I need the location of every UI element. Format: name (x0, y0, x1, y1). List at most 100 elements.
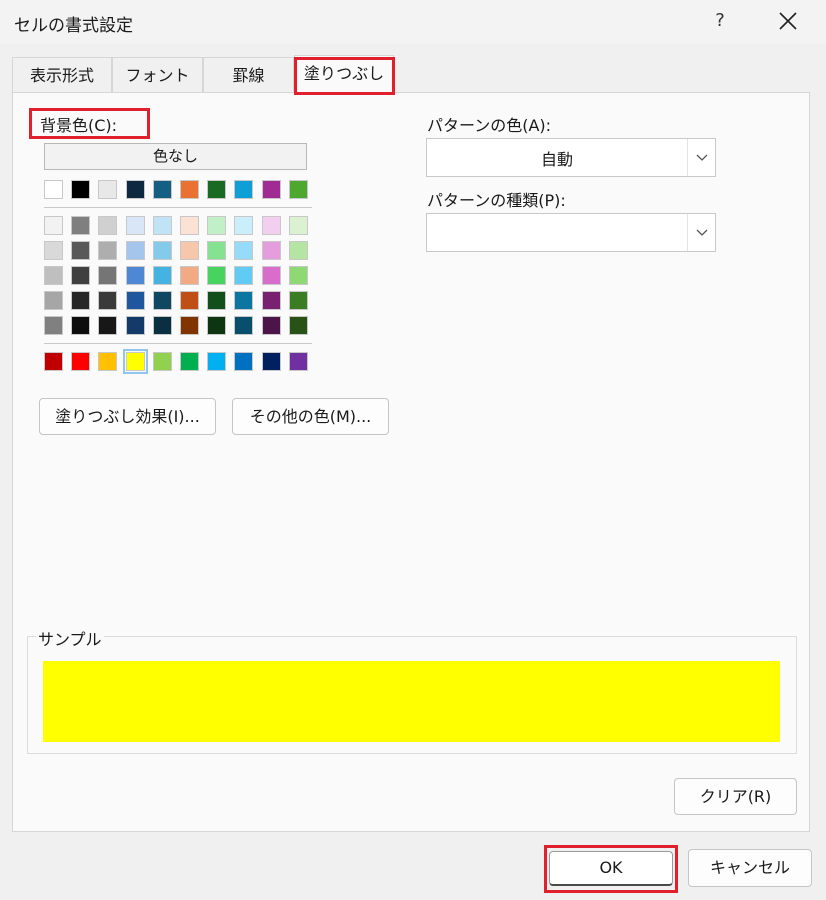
no-color-button[interactable]: 色なし (44, 143, 307, 170)
sample-label: サンプル (36, 626, 104, 650)
color-swatch[interactable] (261, 216, 281, 235)
tab-font[interactable]: フォント (112, 57, 203, 93)
color-swatch[interactable] (180, 266, 199, 285)
color-swatch[interactable] (234, 352, 254, 371)
color-swatch[interactable] (288, 352, 308, 371)
color-swatch[interactable] (98, 266, 118, 285)
pattern-color-select[interactable]: 自動 (426, 138, 716, 177)
color-swatch[interactable] (44, 352, 63, 371)
color-swatch[interactable] (98, 216, 118, 235)
color-swatch[interactable] (152, 266, 172, 285)
color-swatch[interactable] (71, 266, 91, 285)
color-swatch[interactable] (44, 291, 63, 310)
color-swatch[interactable] (261, 241, 281, 260)
more-colors-button[interactable]: その他の色(M)... (232, 398, 389, 435)
color-swatch[interactable] (288, 216, 308, 235)
close-button[interactable] (765, 4, 811, 38)
color-swatch[interactable] (44, 241, 63, 260)
pattern-color-label: パターンの色(A): (427, 116, 552, 135)
color-swatch[interactable] (207, 180, 227, 199)
fill-effects-button[interactable]: 塗りつぶし効果(I)... (39, 398, 216, 435)
color-swatch[interactable] (125, 291, 145, 310)
color-swatch[interactable] (152, 291, 172, 310)
sample-preview (43, 661, 780, 742)
color-swatch[interactable] (44, 216, 63, 235)
color-swatch[interactable] (71, 241, 91, 260)
color-swatch[interactable] (122, 349, 148, 374)
color-swatch[interactable] (125, 216, 145, 235)
tab-border[interactable]: 罫線 (203, 57, 294, 93)
color-swatch[interactable] (98, 241, 118, 260)
palette-divider (44, 207, 312, 208)
color-swatch[interactable] (234, 316, 254, 335)
tab-number-format[interactable]: 表示形式 (12, 57, 112, 93)
chevron-down-icon (696, 229, 708, 236)
color-swatch[interactable] (207, 241, 227, 260)
color-swatch[interactable] (71, 352, 91, 371)
tab-fill[interactable]: 塗りつぶし (294, 55, 394, 93)
color-swatch[interactable] (234, 180, 254, 199)
color-swatch[interactable] (261, 291, 281, 310)
pattern-style-label: パターンの種類(P): (427, 191, 566, 210)
palette-divider (44, 343, 312, 344)
color-swatch[interactable] (125, 241, 145, 260)
color-swatch[interactable] (288, 180, 308, 199)
color-swatch[interactable] (152, 216, 172, 235)
color-swatch[interactable] (44, 316, 63, 335)
color-swatch[interactable] (125, 316, 145, 335)
color-swatch[interactable] (207, 352, 227, 371)
color-swatch[interactable] (207, 316, 227, 335)
color-swatch[interactable] (180, 352, 199, 371)
background-color-label: 背景色(C): (40, 116, 118, 135)
help-button[interactable]: ? (700, 4, 740, 38)
color-swatch[interactable] (261, 316, 281, 335)
chevron-down-icon (696, 154, 708, 161)
color-swatch[interactable] (44, 180, 63, 199)
color-swatch[interactable] (98, 291, 118, 310)
color-swatch[interactable] (152, 316, 172, 335)
color-swatch[interactable] (180, 291, 199, 310)
color-swatch[interactable] (152, 180, 172, 199)
color-swatch[interactable] (288, 241, 308, 260)
color-swatch[interactable] (288, 266, 308, 285)
color-swatch[interactable] (207, 216, 227, 235)
color-swatch[interactable] (207, 266, 227, 285)
color-swatch[interactable] (180, 241, 199, 260)
dialog-title: セルの書式設定 (14, 16, 133, 36)
color-swatch[interactable] (180, 316, 199, 335)
color-swatch[interactable] (152, 241, 172, 260)
color-swatch[interactable] (71, 291, 91, 310)
color-swatch[interactable] (98, 180, 118, 199)
clear-button[interactable]: クリア(R) (674, 778, 797, 815)
color-swatch[interactable] (234, 266, 254, 285)
color-swatch[interactable] (98, 352, 118, 371)
pattern-style-select[interactable] (426, 213, 716, 252)
color-swatch[interactable] (180, 216, 199, 235)
color-swatch[interactable] (261, 266, 281, 285)
pattern-style-dropdown[interactable] (687, 214, 715, 251)
color-swatch[interactable] (234, 241, 254, 260)
color-swatch[interactable] (288, 291, 308, 310)
pattern-color-dropdown[interactable] (687, 139, 715, 176)
cancel-button[interactable]: キャンセル (688, 849, 812, 887)
ok-button[interactable]: OK (549, 851, 673, 886)
color-swatch[interactable] (261, 352, 281, 371)
color-swatch[interactable] (261, 180, 281, 199)
color-swatch[interactable] (71, 216, 91, 235)
color-swatch[interactable] (125, 266, 145, 285)
color-swatch[interactable] (71, 316, 91, 335)
title-bar: セルの書式設定 ? (0, 0, 826, 44)
pattern-color-value: 自動 (540, 149, 573, 169)
color-swatch[interactable] (288, 316, 308, 335)
close-icon (779, 12, 797, 30)
pattern-style-value (427, 214, 687, 251)
color-swatch[interactable] (125, 180, 145, 199)
color-swatch[interactable] (207, 291, 227, 310)
color-swatch[interactable] (44, 266, 63, 285)
color-swatch[interactable] (71, 180, 91, 199)
color-swatch[interactable] (180, 180, 199, 199)
color-swatch[interactable] (98, 316, 118, 335)
color-swatch[interactable] (152, 352, 172, 371)
color-swatch[interactable] (234, 216, 254, 235)
color-swatch[interactable] (234, 291, 254, 310)
